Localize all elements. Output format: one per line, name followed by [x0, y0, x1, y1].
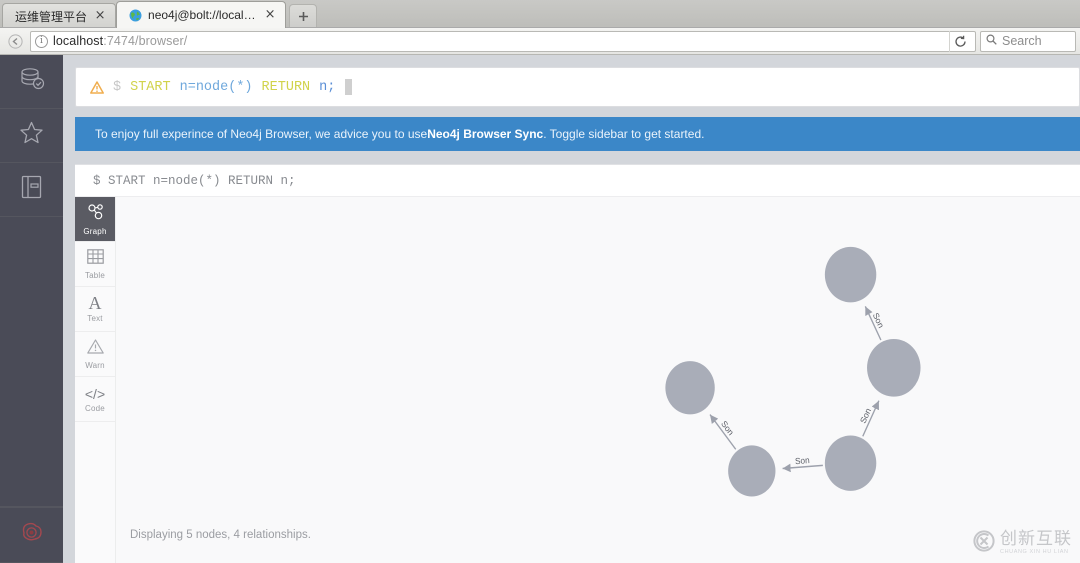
back-button[interactable]	[4, 31, 26, 52]
url-path: :7474/browser/	[103, 34, 188, 48]
plus-icon	[298, 12, 308, 21]
tab-warn[interactable]: Warn	[75, 332, 115, 377]
graph-status-text: Displaying 5 nodes, 4 relationships.	[130, 529, 311, 541]
star-icon	[19, 121, 44, 150]
warning-triangle-icon	[90, 80, 104, 94]
graph-nodes[interactable]	[665, 246, 921, 497]
new-tab-button[interactable]	[289, 4, 318, 28]
tab-title: 运维管理平台	[15, 9, 88, 24]
editor-token-return: RETURN	[261, 79, 311, 95]
back-arrow-icon	[7, 33, 23, 49]
relationship-label: Son	[871, 311, 886, 330]
editor-token-start: START	[130, 79, 171, 95]
browser-tabstrip: 运维管理平台 × neo4j@bolt://localh... ×	[0, 0, 1080, 28]
graph-node[interactable]	[824, 246, 877, 303]
tab-code-label: Code	[85, 403, 105, 413]
graph-node[interactable]	[728, 445, 776, 497]
graph-relationship[interactable]	[782, 463, 823, 473]
url-text: localhost:7474/browser/	[53, 34, 187, 48]
tab-graph-label: Graph	[83, 226, 107, 236]
graph-canvas[interactable]: Son Son Son Son	[116, 197, 1080, 563]
tab-table[interactable]: Table	[75, 242, 115, 287]
graph-node[interactable]	[824, 435, 877, 491]
tab-table-label: Table	[84, 270, 106, 280]
banner-text-before: To enjoy full experince of Neo4j Browser…	[95, 127, 428, 141]
sidebar-item-documents[interactable]	[0, 163, 63, 217]
search-icon	[986, 34, 997, 48]
relationship-label: Son	[795, 455, 811, 467]
result-card: $ START n=node(*) RETURN n; Graph Table …	[75, 164, 1080, 563]
close-icon[interactable]: ×	[263, 8, 277, 22]
editor-cursor	[345, 79, 353, 95]
tab-text[interactable]: A Text	[75, 287, 115, 332]
relationship-label: Son	[858, 406, 873, 425]
table-icon	[86, 248, 104, 269]
tab-graph[interactable]: Graph	[75, 197, 115, 242]
banner-link[interactable]: Neo4j Browser Sync	[427, 127, 543, 141]
sync-banner[interactable]: To enjoy full experince of Neo4j Browser…	[75, 117, 1080, 151]
globe-icon	[129, 9, 142, 22]
reload-icon[interactable]	[949, 30, 971, 52]
sidebar-item-database[interactable]	[0, 55, 63, 109]
cypher-editor[interactable]: $ START n=node(*) RETURN n;	[75, 67, 1080, 107]
browser-chrome: 运维管理平台 × neo4j@bolt://localh... × i loca…	[0, 0, 1080, 55]
sidebar-item-favorites[interactable]	[0, 109, 63, 163]
editor-prompt: $	[113, 79, 122, 95]
book-icon	[21, 175, 42, 204]
tab-code[interactable]: </> Code	[75, 377, 115, 422]
text-icon: A	[88, 293, 102, 313]
result-query-line: $ START n=node(*) RETURN n;	[75, 165, 1080, 197]
editor-token-node: n=node(*)	[179, 79, 253, 95]
relationship-label: Son	[719, 419, 736, 438]
tab-warn-label: Warn	[85, 360, 105, 370]
close-icon[interactable]: ×	[93, 9, 107, 23]
site-info-icon[interactable]: i	[35, 34, 48, 48]
editor-token-tail: n;	[319, 79, 336, 95]
browser-navbar: i localhost:7474/browser/ Search	[0, 28, 1080, 55]
graph-icon	[87, 203, 104, 225]
watermark-cn: 创新互联	[1000, 529, 1072, 550]
search-input[interactable]: Search	[1002, 34, 1042, 48]
browser-search-box[interactable]: Search	[980, 30, 1076, 52]
result-view-tabs: Graph Table A Text Warn </> Code	[75, 197, 116, 563]
app-main: $ START n=node(*) RETURN n; To enjoy ful…	[63, 55, 1080, 563]
warn-icon	[86, 338, 104, 359]
url-bar[interactable]: i localhost:7474/browser/	[30, 30, 976, 52]
graph-node[interactable]	[867, 338, 921, 397]
tab-title: neo4j@bolt://localh...	[148, 8, 258, 22]
browser-tab-1[interactable]: 运维管理平台 ×	[2, 3, 117, 28]
code-icon: </>	[84, 385, 106, 402]
graph-node[interactable]	[665, 361, 715, 415]
sidebar-item-logo[interactable]	[0, 507, 63, 563]
tab-text-label: Text	[87, 314, 103, 323]
banner-text-after: . Toggle sidebar to get started.	[543, 127, 705, 141]
browser-tab-2[interactable]: neo4j@bolt://localh... ×	[116, 1, 287, 28]
url-host: localhost	[53, 34, 104, 48]
database-icon	[19, 67, 45, 96]
watermark-en: CHUANG XIN HU LIAN	[1000, 549, 1069, 556]
cx-logo-icon	[973, 530, 995, 557]
neo4j-app: $ START n=node(*) RETURN n; To enjoy ful…	[0, 55, 1080, 563]
app-sidebar	[0, 55, 63, 563]
graph-visualization[interactable]: Son Son Son Son Displaying 5 nodes, 4 relat…	[116, 197, 1080, 563]
watermark-text: 创新互联 CHUANG XIN HU LIAN	[1000, 531, 1072, 556]
sidebar-spacer	[0, 217, 63, 507]
editor-wrapper: $ START n=node(*) RETURN n;	[63, 55, 1080, 107]
result-body: Graph Table A Text Warn </> Code Son Son…	[75, 197, 1080, 563]
neo4j-logo-icon	[18, 520, 46, 551]
watermark: 创新互联 CHUANG XIN HU LIAN	[973, 530, 1072, 557]
